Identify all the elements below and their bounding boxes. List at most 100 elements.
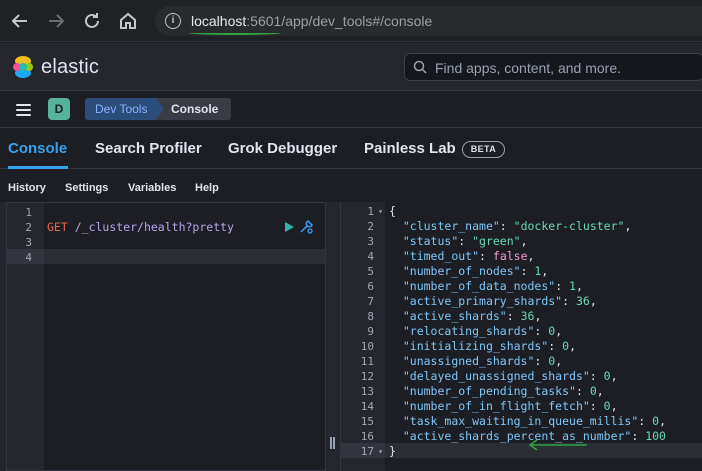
line-number: 15 (360, 415, 374, 428)
line-number: 2 (367, 220, 374, 233)
line-number: 1 (367, 205, 374, 218)
json-key: "active_shards_percent_as_number" (402, 429, 632, 443)
json-value: 36 (520, 309, 535, 323)
browser-toolbar: i localhost:5601/app/dev_tools#/console (0, 0, 702, 42)
line-number: 13 (360, 385, 374, 398)
json-key: "cluster_name" (402, 219, 500, 233)
back-arrow-icon[interactable] (8, 9, 32, 33)
tab-painless-lab[interactable]: Painless Lab BETA (364, 140, 506, 158)
line-number: 4 (367, 250, 374, 263)
json-value: 36 (575, 294, 590, 308)
pane-resize-handle[interactable] (330, 436, 336, 449)
elastic-logo-icon[interactable] (11, 55, 35, 79)
annotation-arrow (528, 439, 587, 451)
response-line: "cluster_name": "docker-cluster", (402, 219, 632, 233)
forward-arrow-icon[interactable] (44, 9, 68, 33)
json-key: "task_max_waiting_in_queue_millis" (402, 414, 639, 428)
breadcrumb-console: Console (156, 98, 232, 120)
line-number: 11 (360, 355, 374, 368)
app-header: elastic Find apps, content, and more. (0, 43, 702, 91)
json-value: false (492, 249, 528, 263)
json-key: "timed_out" (402, 249, 480, 263)
line-number: 7 (367, 295, 374, 308)
menu-history[interactable]: History (8, 182, 46, 194)
menu-help[interactable]: Help (195, 182, 219, 194)
json-value: "green" (472, 234, 521, 248)
request-method: GET (47, 220, 68, 234)
line-number: 3 (25, 236, 32, 249)
line-number: 10 (360, 340, 374, 353)
fold-chevron-icon[interactable]: ▾ (375, 204, 383, 219)
active-line-highlight (7, 249, 325, 264)
json-value: 0 (589, 384, 597, 398)
active-tab-indicator (8, 166, 68, 169)
space-avatar[interactable]: D (48, 98, 70, 120)
line-number: 4 (25, 251, 32, 264)
breadcrumb-bar: D Dev Tools Console (0, 92, 702, 128)
home-icon[interactable] (116, 9, 140, 33)
response-line: "number_of_in_flight_fetch": 0, (402, 399, 618, 413)
response-line: "number_of_data_nodes": 1, (402, 279, 583, 293)
search-icon (413, 60, 427, 74)
editor-panes: 1 2 3 4 GET /_cluster/health?pretty 1 ▾ 2 3… (0, 202, 702, 471)
response-line: "active_shards": 36, (402, 309, 542, 323)
request-path: /_cluster/health?pretty (74, 220, 234, 234)
json-value: "docker-cluster" (513, 219, 625, 233)
line-number: 5 (367, 265, 374, 278)
response-line: "active_primary_shards": 36, (402, 294, 597, 308)
dev-tools-tabs: Console Search Profiler Grok Debugger Pa… (0, 129, 702, 169)
breadcrumb-separator (156, 98, 164, 120)
response-line: "timed_out": false, (402, 249, 535, 263)
line-number: 9 (367, 325, 374, 338)
line-number: 2 (25, 221, 32, 234)
logo-text[interactable]: elastic (41, 56, 99, 79)
line-number: 8 (367, 310, 374, 323)
json-key: "active_primary_shards" (402, 294, 563, 308)
beta-badge: BETA (461, 141, 506, 158)
json-value: 0 (603, 369, 611, 383)
json-value: 0 (603, 399, 611, 413)
json-value: 100 (645, 429, 666, 443)
response-output[interactable]: 1 ▾ 2 3 4 5 6 7 8 9 10 11 12 13 14 15 16 17 ▾{ "cluster_na… (340, 202, 702, 471)
line-number: 12 (360, 370, 374, 383)
menu-variables[interactable]: Variables (128, 182, 176, 194)
json-key: "number_of_data_nodes" (402, 279, 556, 293)
request-editor[interactable]: 1 2 3 4 GET /_cluster/health?pretty (6, 202, 326, 471)
tab-painless-lab-label: Painless Lab (364, 140, 456, 157)
global-search-input[interactable]: Find apps, content, and more. (404, 53, 702, 81)
response-line: "unassigned_shards": 0, (402, 354, 563, 368)
url-text[interactable]: localhost:5601/app/dev_tools#/console (191, 13, 432, 29)
fold-chevron-icon[interactable]: ▾ (375, 444, 383, 459)
menu-icon[interactable] (16, 104, 31, 116)
response-line: "delayed_unassigned_shards": 0, (402, 369, 618, 383)
send-request-play-icon[interactable] (285, 222, 294, 232)
response-line: "initializing_shards": 0, (402, 339, 576, 353)
search-placeholder: Find apps, content, and more. (435, 60, 621, 76)
json-key: "initializing_shards" (402, 339, 549, 353)
wrench-icon[interactable] (298, 219, 314, 235)
request-line[interactable]: GET /_cluster/health?pretty (47, 220, 234, 235)
json-key: "relocating_shards" (402, 324, 535, 338)
line-number: 16 (360, 430, 374, 443)
address-bar[interactable]: i localhost:5601/app/dev_tools#/console (155, 6, 702, 36)
breadcrumb-dev-tools[interactable]: Dev Tools (85, 98, 163, 120)
line-number: 3 (367, 235, 374, 248)
line-number: 6 (367, 280, 374, 293)
tab-console[interactable]: Console (8, 140, 67, 157)
json-key: "number_of_in_flight_fetch" (402, 399, 590, 413)
json-key: "delayed_unassigned_shards" (402, 369, 590, 383)
response-line: { (389, 204, 396, 218)
site-info-icon[interactable]: i (165, 13, 181, 29)
json-value: 1 (569, 279, 576, 293)
tab-grok-debugger[interactable]: Grok Debugger (228, 140, 337, 157)
annotation-underline (189, 31, 281, 35)
response-line: "status": "green", (402, 234, 528, 248)
json-key: "number_of_pending_tasks" (402, 384, 576, 398)
reload-icon[interactable] (80, 9, 104, 33)
response-line: "task_max_waiting_in_queue_millis": 0, (402, 414, 666, 428)
line-number: 17 (360, 445, 374, 458)
response-line: "number_of_pending_tasks": 0, (402, 384, 604, 398)
menu-settings[interactable]: Settings (65, 182, 108, 194)
response-line: } (389, 444, 396, 458)
tab-search-profiler[interactable]: Search Profiler (95, 140, 202, 157)
